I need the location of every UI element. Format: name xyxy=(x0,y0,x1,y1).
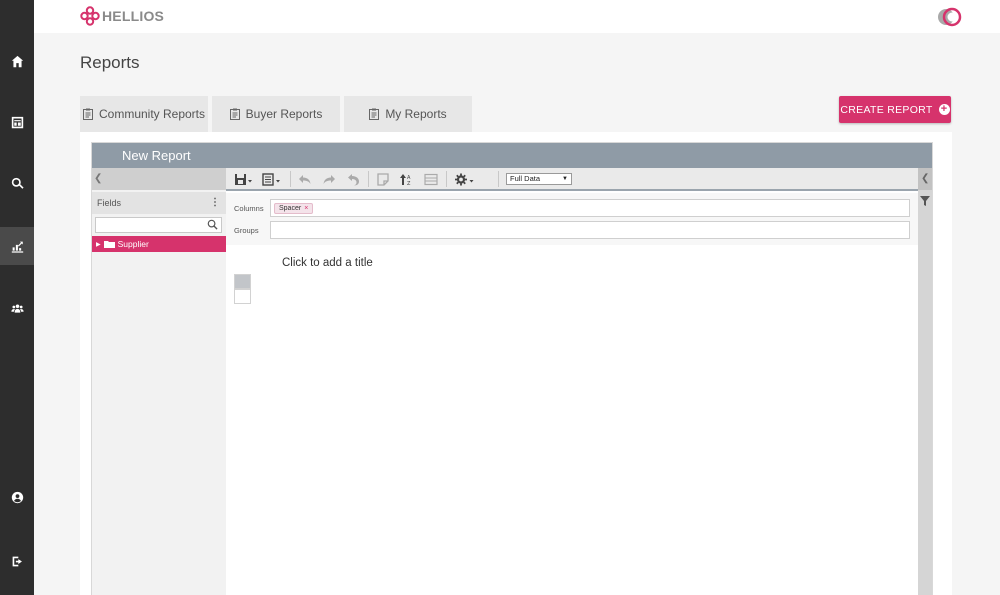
column-chip-label: Spacer xyxy=(279,205,302,212)
report-tabs: Community Reports Buyer Reports My Repor… xyxy=(80,96,476,132)
toolbar-separator xyxy=(446,171,447,187)
svg-text:Z: Z xyxy=(407,181,411,186)
nav-logout[interactable] xyxy=(0,542,34,580)
caret-right-icon: ▶ xyxy=(96,241,101,248)
report-dropdown-icon[interactable] xyxy=(262,173,282,186)
header-cell[interactable] xyxy=(234,274,251,289)
settings-dropdown-icon[interactable] xyxy=(454,173,476,186)
logo-flower-icon xyxy=(80,6,100,26)
fields-panel: ❮ Fields ⋮ ▶ Supplier xyxy=(92,168,226,595)
designer-title: New Report xyxy=(122,148,191,163)
tab-label: Community Reports xyxy=(98,107,206,121)
redo-icon[interactable] xyxy=(322,173,336,186)
user-circle-icon xyxy=(11,491,23,503)
columns-dropzone[interactable]: Spacer × xyxy=(270,199,910,217)
tab-buyer-reports[interactable]: Buyer Reports xyxy=(212,96,340,132)
data-mode-value: Full Data xyxy=(510,174,541,183)
tab-label: Buyer Reports xyxy=(245,107,323,121)
data-mode-select[interactable]: Full Data ▼ xyxy=(506,173,572,185)
kebab-menu-icon[interactable]: ⋮ xyxy=(210,197,220,208)
search-icon xyxy=(11,177,24,189)
search-icon xyxy=(207,219,218,230)
toolbar-separator xyxy=(498,171,499,187)
nav-reports[interactable] xyxy=(0,227,34,265)
plus-circle-icon: + xyxy=(938,104,950,115)
right-panel-strip: ❮ xyxy=(918,168,932,595)
chevron-left-icon: ❮ xyxy=(94,173,103,184)
nav-profile[interactable] xyxy=(0,478,34,516)
filter-icon[interactable] xyxy=(920,196,930,206)
fields-heading: Fields ⋮ xyxy=(92,192,226,214)
groups-dropzone[interactable] xyxy=(270,221,910,239)
dashboard-icon xyxy=(11,116,23,128)
designer-toolbar: AZ Full Data ▼ xyxy=(226,168,918,191)
toolbar-separator xyxy=(290,171,291,187)
columns-label: Columns xyxy=(234,204,264,213)
column-chip-spacer[interactable]: Spacer × xyxy=(274,203,314,214)
designer-header: New Report xyxy=(92,143,932,168)
fields-heading-label: Fields xyxy=(97,198,122,208)
chart-icon xyxy=(11,241,23,253)
table-icon[interactable] xyxy=(424,173,438,186)
logo-text: HELLIOS xyxy=(102,8,165,24)
tab-my-reports[interactable]: My Reports xyxy=(344,96,472,132)
save-dropdown-icon[interactable] xyxy=(234,173,254,186)
groups-label: Groups xyxy=(234,226,259,235)
toolbar-separator xyxy=(368,171,369,187)
clipboard-icon xyxy=(82,108,93,120)
create-report-label: CREATE REPORT xyxy=(840,103,933,116)
remove-icon[interactable]: × xyxy=(304,205,308,212)
sort-icon[interactable]: AZ xyxy=(400,173,414,186)
app-logo[interactable]: HELLIOS xyxy=(80,6,164,26)
top-bar: HELLIOS xyxy=(34,0,1000,33)
folder-icon xyxy=(103,241,115,248)
fields-search-input[interactable] xyxy=(95,217,222,233)
nav-users[interactable] xyxy=(0,289,34,327)
data-cell[interactable] xyxy=(234,289,251,304)
note-icon[interactable] xyxy=(376,173,390,186)
reset-icon[interactable] xyxy=(346,173,360,186)
right-collapse-bar[interactable]: ❮ xyxy=(918,168,932,190)
report-title-placeholder[interactable]: Click to add a title xyxy=(282,257,373,269)
tab-label: My Reports xyxy=(385,107,447,121)
tab-community-reports[interactable]: Community Reports xyxy=(80,96,208,132)
users-icon xyxy=(10,303,24,313)
create-report-button[interactable]: CREATE REPORT + xyxy=(839,96,951,123)
nav-search[interactable] xyxy=(0,164,34,202)
nav-home[interactable] xyxy=(0,42,34,80)
report-canvas: Click to add a title xyxy=(226,245,918,595)
home-icon xyxy=(11,55,23,67)
undo-icon[interactable] xyxy=(298,173,312,186)
caret-down-icon: ▼ xyxy=(562,176,568,182)
report-config: Columns Spacer × Groups xyxy=(226,193,918,245)
logout-icon xyxy=(12,556,22,566)
fields-collapse-bar[interactable]: ❮ xyxy=(92,168,226,190)
report-designer: New Report ❮ Fields ⋮ ▶ Supplier AZ Full… xyxy=(91,142,933,595)
nav-rail xyxy=(0,0,34,595)
clipboard-icon xyxy=(369,108,380,120)
user-badge-icon[interactable] xyxy=(936,6,964,28)
chevron-left-icon: ❮ xyxy=(921,173,930,184)
clipboard-icon xyxy=(229,108,240,120)
field-item-supplier[interactable]: ▶ Supplier xyxy=(92,236,226,252)
nav-dashboard[interactable] xyxy=(0,103,34,141)
field-item-label: Supplier xyxy=(117,239,149,249)
page-title: Reports xyxy=(80,53,140,72)
